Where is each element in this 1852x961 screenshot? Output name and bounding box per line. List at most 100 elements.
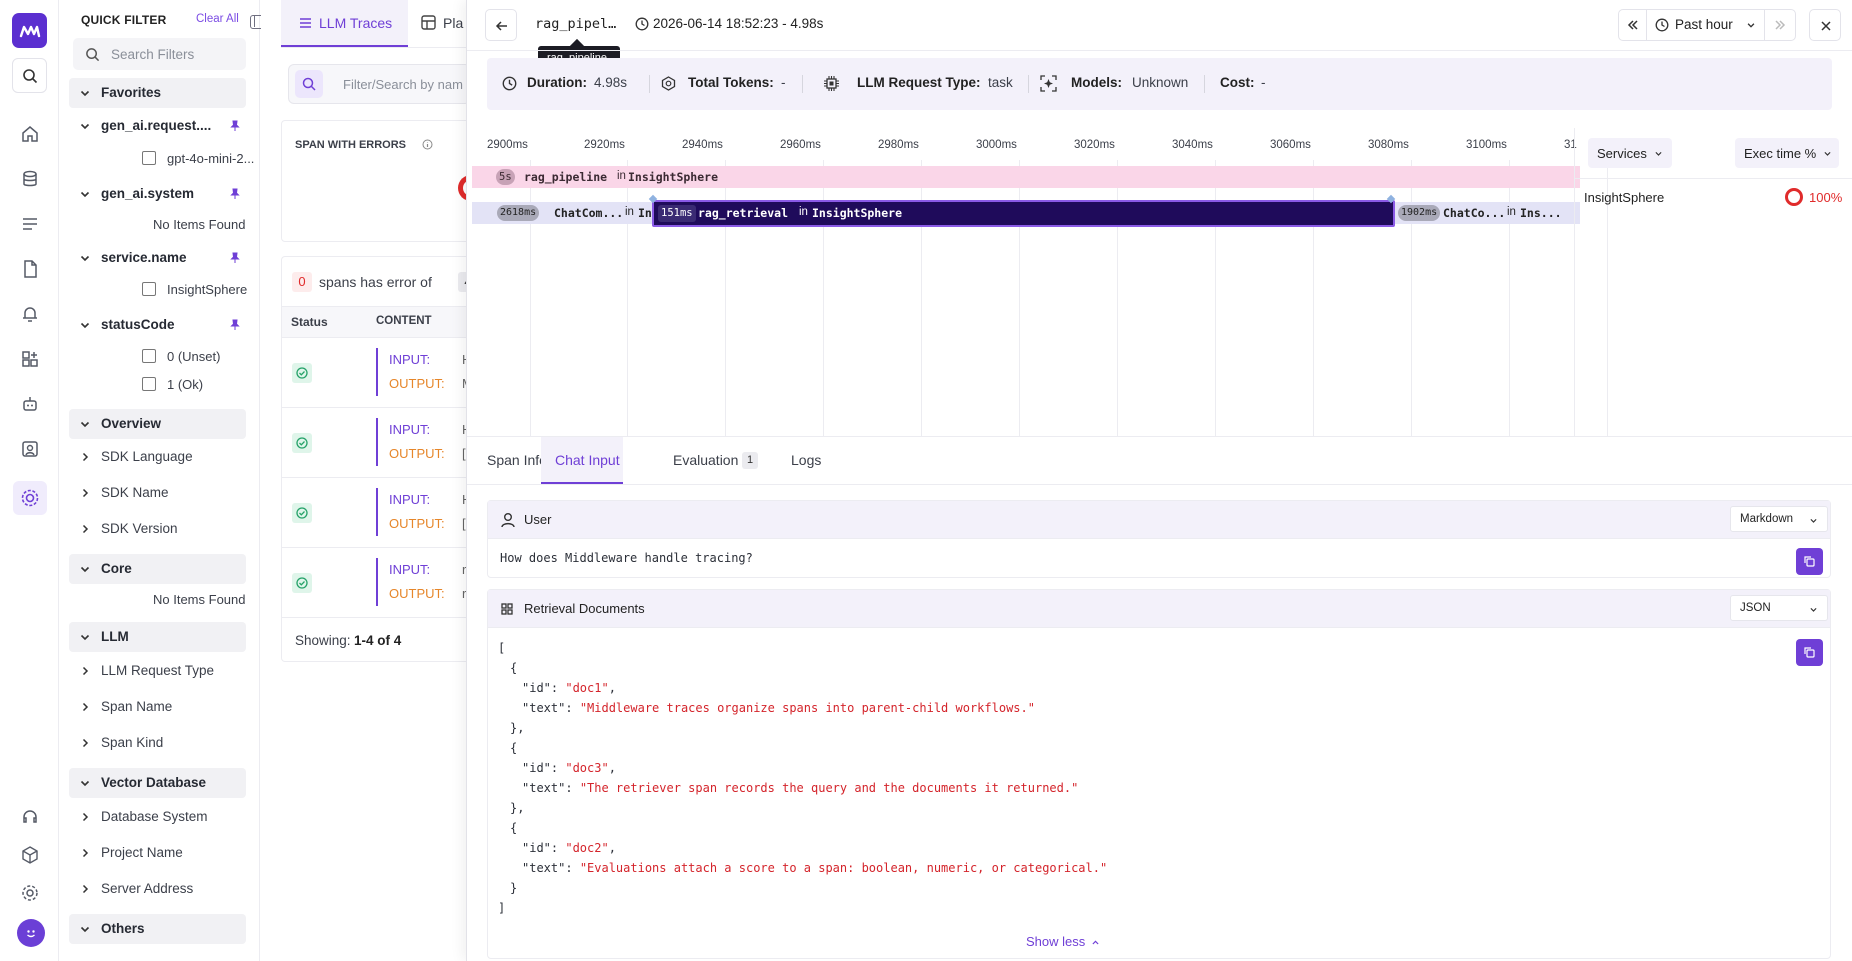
next-range-button[interactable] [1765, 10, 1795, 40]
show-less-button[interactable]: Show less [1026, 932, 1106, 952]
avatar[interactable] [17, 919, 45, 947]
checkbox[interactable] [142, 377, 156, 391]
timeline-tick: 3100ms [1466, 139, 1507, 151]
filter-llm-request-type[interactable]: LLM Request Type [69, 658, 246, 684]
filter-sdk-language[interactable]: SDK Language [69, 444, 246, 470]
filter-label: Server Address [101, 881, 194, 896]
span-in: in [799, 206, 808, 218]
filter-project-name[interactable]: Project Name [69, 840, 246, 866]
filter-sdk-name[interactable]: SDK Name [69, 480, 246, 506]
showing-value: 1-4 of 4 [354, 633, 402, 648]
table-row[interactable]: INPUT:HOUTPUT:M [281, 338, 473, 408]
divider [649, 75, 650, 93]
pin-icon[interactable] [230, 252, 240, 264]
span-bar-chatcompletion-right[interactable]: 1902ms ChatCo... in Ins... [1395, 202, 1580, 224]
divider [467, 436, 1852, 437]
filter-status-code[interactable]: statusCode [69, 312, 246, 338]
vector-database-group[interactable]: Vector Database [69, 768, 246, 798]
filter-label: statusCode [101, 317, 175, 332]
column-content[interactable]: CONTENT [376, 315, 432, 327]
json-line: "text": "Evaluations attach a score to a… [522, 861, 1108, 875]
span-bar-rag-pipeline[interactable]: 5s rag_pipeline in InsightSphere [472, 166, 1580, 188]
json-line: "text": "Middleware traces organize span… [522, 701, 1035, 715]
others-group[interactable]: Others [69, 914, 246, 944]
filter-span-kind[interactable]: Span Kind [69, 730, 246, 756]
pin-icon[interactable] [230, 188, 240, 200]
tab-playground[interactable]: Pla [421, 0, 471, 47]
chevron-right-icon [82, 524, 89, 534]
previous-range-button[interactable] [1619, 10, 1647, 40]
content-divider [376, 488, 378, 536]
span-bar-chatcompletion-left[interactable]: 2618ms ChatCom... in Ins [472, 202, 659, 224]
llm-group[interactable]: LLM [69, 622, 246, 652]
option-label: gpt-4o-mini-2... [167, 151, 255, 166]
settings-icon[interactable] [17, 880, 43, 906]
copy-button[interactable] [1796, 639, 1823, 666]
logo-icon[interactable] [12, 13, 47, 48]
back-button[interactable] [485, 9, 517, 41]
tab-chat-input[interactable]: Chat Input [541, 437, 623, 484]
favorites-group[interactable]: Favorites [69, 78, 246, 108]
close-button[interactable] [1809, 9, 1841, 41]
services-dropdown[interactable]: Services [1588, 138, 1672, 168]
filter-label: SDK Version [101, 521, 178, 536]
format-label: Markdown [1740, 513, 1794, 525]
layout-icon [421, 15, 436, 30]
table-row[interactable]: INPUT:HOUTPUT:[ [281, 408, 471, 478]
checkbox[interactable] [142, 282, 156, 296]
exec-time-dropdown[interactable]: Exec time % [1735, 138, 1839, 168]
alert-icon[interactable] [17, 301, 43, 327]
table-row[interactable]: INPUT:HOUTPUT:[ [281, 478, 471, 548]
list-icon[interactable] [17, 211, 43, 237]
table-row[interactable]: INPUT: r OUTPUT: r [281, 548, 471, 618]
tab-evaluation[interactable]: Evaluation [673, 452, 738, 468]
pin-icon[interactable] [230, 319, 240, 331]
span-with-errors-card: SPAN WITH ERRORS [281, 120, 474, 242]
bot-icon[interactable] [17, 391, 43, 417]
checkbox[interactable] [142, 349, 156, 363]
filter-span-name[interactable]: Span Name [69, 694, 246, 720]
tab-span-info[interactable]: Span Info [487, 452, 547, 468]
filter-server-address[interactable]: Server Address [69, 876, 246, 902]
cube-icon[interactable] [17, 842, 43, 868]
chevron-down-icon [80, 421, 90, 428]
filter-service-name[interactable]: service.name [69, 245, 246, 271]
filter-gen-ai-system[interactable]: gen_ai.system [69, 181, 246, 207]
filter-search-input[interactable]: Search Filters [73, 38, 246, 70]
search-icon[interactable] [12, 58, 47, 93]
time-range-select[interactable]: Past hour [1647, 10, 1765, 40]
llm-gear-icon[interactable] [13, 481, 47, 515]
status-ok-icon [292, 433, 312, 453]
database-icon[interactable] [17, 166, 43, 192]
clear-all-link[interactable]: Clear All [196, 13, 239, 25]
format-select-json[interactable]: JSON [1730, 595, 1828, 621]
clock-icon [635, 17, 649, 31]
core-group[interactable]: Core [69, 554, 246, 584]
filter-sdk-version[interactable]: SDK Version [69, 516, 246, 542]
headset-icon[interactable] [17, 804, 43, 830]
span-name: rag_retrieval [698, 206, 789, 220]
trace-search-input[interactable]: Filter/Search by nam [288, 64, 471, 104]
filter-gen-ai-request-model[interactable]: gen_ai.request.... [69, 113, 246, 139]
span-bar-rag-retrieval[interactable]: 151ms rag_retrieval in InsightSphere [648, 194, 1396, 227]
service-row-name[interactable]: InsightSphere [1584, 190, 1664, 205]
overview-group[interactable]: Overview [69, 409, 246, 439]
format-select-markdown[interactable]: Markdown [1730, 506, 1828, 532]
column-status[interactable]: Status [291, 315, 328, 329]
pin-icon[interactable] [230, 120, 240, 132]
tab-logs[interactable]: Logs [791, 452, 821, 468]
copy-icon [1804, 647, 1815, 658]
dashboard-icon[interactable] [17, 346, 43, 372]
info-icon[interactable] [422, 139, 433, 150]
copy-button[interactable] [1796, 548, 1823, 575]
filter-label: SDK Language [101, 449, 193, 464]
checkbox[interactable] [142, 151, 156, 165]
trace-detail-drawer: rag_pipel… rag_pipeline 2026-06-14 18:52… [466, 0, 1852, 961]
home-icon[interactable] [17, 121, 43, 147]
resize-handle-right[interactable] [1386, 194, 1396, 204]
filter-database-system[interactable]: Database System [69, 804, 246, 830]
divider [802, 75, 803, 93]
file-icon[interactable] [17, 256, 43, 282]
monitor-icon[interactable] [17, 436, 43, 462]
tab-llm-traces[interactable]: LLM Traces [281, 0, 408, 47]
